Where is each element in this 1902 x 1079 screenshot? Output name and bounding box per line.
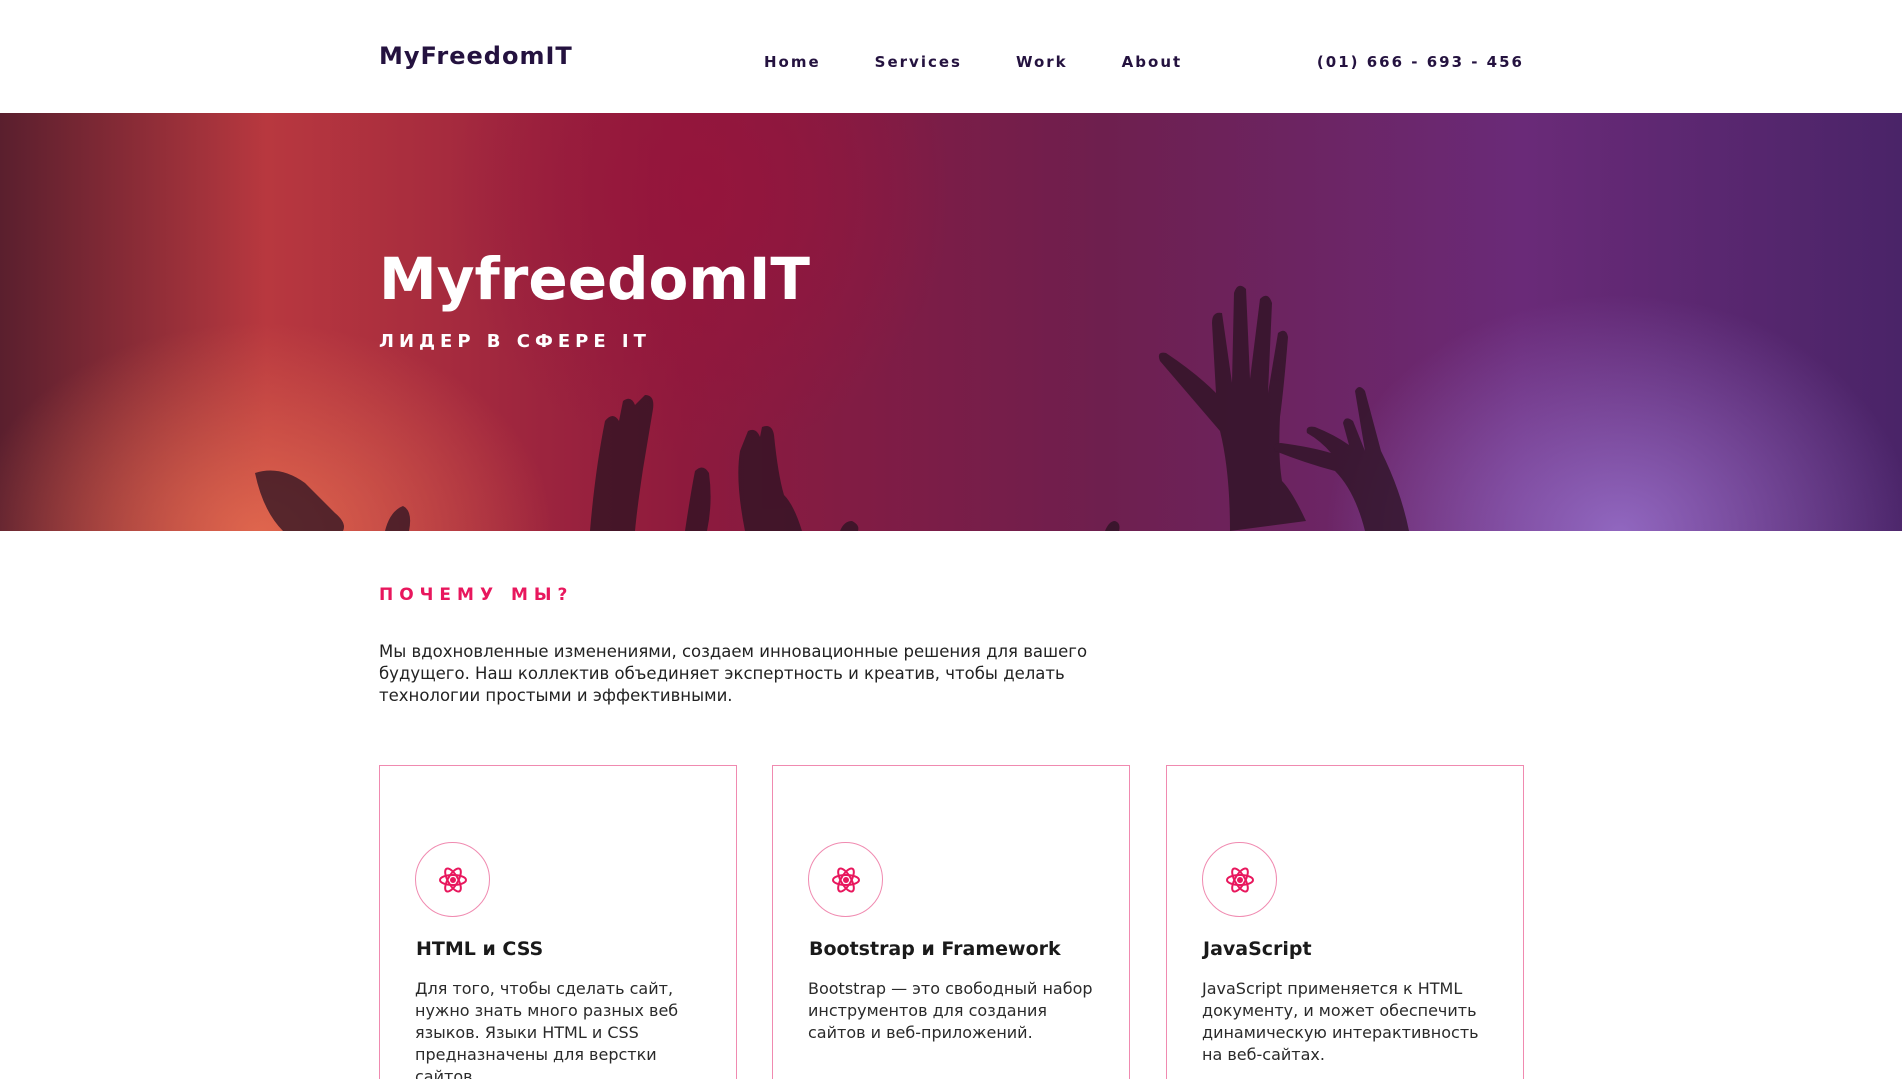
nav-link-work[interactable]: Work — [1016, 53, 1068, 71]
section-description: Мы вдохновленные изменениями, создаем ин… — [379, 642, 1088, 705]
card-title: JavaScript — [1203, 938, 1312, 960]
nav-link-services[interactable]: Services — [875, 53, 962, 71]
hero-banner: MyfreedomIT ЛИДЕР В СФЕРЕ IT — [0, 113, 1902, 531]
nav-link-home[interactable]: Home — [764, 53, 821, 71]
feature-card-javascript: JavaScript JavaScript применяется к HTML… — [1166, 765, 1524, 1079]
phone-number[interactable]: (01) 666 - 693 - 456 — [1317, 53, 1524, 71]
card-text: Bootstrap — это свободный набор инструме… — [808, 979, 1093, 1042]
site-header: MyFreedomIT Home Services Work About (01… — [0, 0, 1902, 113]
site-logo[interactable]: MyFreedomIT — [379, 42, 573, 70]
atom-icon — [808, 842, 883, 917]
nav-link-about[interactable]: About — [1122, 53, 1183, 71]
card-text: JavaScript применяется к HTML документу,… — [1202, 979, 1479, 1064]
atom-icon — [1202, 842, 1277, 917]
hands-silhouette-image — [255, 285, 1409, 531]
card-title: Bootstrap и Framework — [809, 938, 1061, 960]
card-title: HTML и CSS — [416, 938, 544, 960]
feature-card-html-css: HTML и CSS Для того, чтобы сделать сайт,… — [379, 765, 737, 1079]
section-heading: ПОЧЕМУ МЫ? — [379, 585, 574, 605]
feature-card-bootstrap: Bootstrap и Framework Bootstrap — это св… — [772, 765, 1130, 1079]
main-nav: Home Services Work About — [764, 53, 1236, 71]
atom-icon — [415, 842, 490, 917]
card-text: Для того, чтобы сделать сайт, нужно знат… — [415, 979, 679, 1079]
hero-title: MyfreedomIT — [379, 245, 810, 313]
hero-subtitle: ЛИДЕР В СФЕРЕ IT — [379, 331, 651, 352]
